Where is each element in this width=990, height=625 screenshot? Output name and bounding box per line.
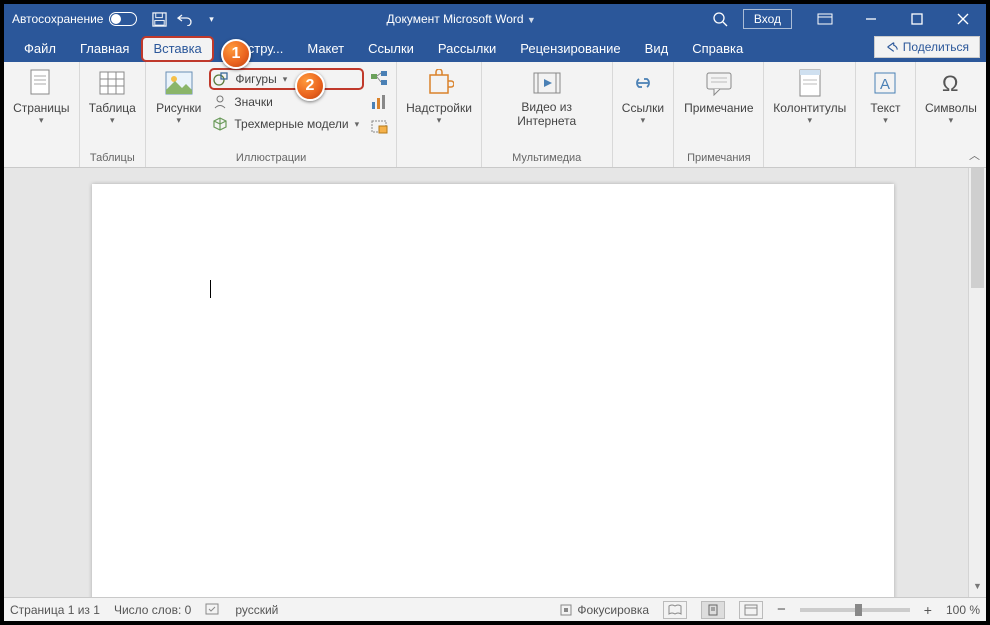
omega-icon: Ω — [936, 68, 966, 98]
titlebar: Автосохранение ▾ Документ Microsoft Word… — [4, 4, 986, 34]
document-area[interactable]: ▲ ▼ — [4, 168, 986, 597]
tab-mailings[interactable]: Рассылки — [426, 36, 508, 62]
tab-help[interactable]: Справка — [680, 36, 755, 62]
text-icon: A — [870, 68, 900, 98]
online-video-button[interactable]: Видео из Интернета — [486, 64, 608, 129]
focus-mode[interactable]: Фокусировка — [559, 603, 649, 617]
search-icon[interactable] — [697, 11, 743, 27]
vertical-scrollbar[interactable]: ▲ ▼ — [968, 168, 986, 597]
language-indicator[interactable]: русский — [235, 603, 278, 617]
comment-button[interactable]: Примечание — [678, 64, 759, 115]
page-indicator[interactable]: Страница 1 из 1 — [10, 603, 100, 617]
header-footer-button[interactable]: Колонтитулы▾ — [767, 64, 852, 126]
svg-text:A: A — [880, 76, 890, 93]
table-icon — [97, 68, 127, 98]
share-icon — [885, 40, 899, 54]
ribbon-tabs: Файл Главная Вставка Констру... Макет Сс… — [4, 34, 986, 62]
cube-icon — [212, 116, 228, 132]
qat-dropdown-icon[interactable]: ▾ — [201, 9, 221, 29]
text-cursor — [210, 280, 211, 298]
shapes-button[interactable]: Фигуры ▾ — [209, 68, 364, 90]
zoom-out-icon[interactable]: − — [777, 601, 786, 618]
shapes-icon — [213, 71, 229, 87]
tab-home[interactable]: Главная — [68, 36, 141, 62]
addins-icon — [424, 68, 454, 98]
group-tables-label: Таблицы — [84, 151, 142, 167]
login-button[interactable]: Вход — [743, 9, 792, 29]
header-icon — [795, 68, 825, 98]
links-button[interactable]: Ссылки▾ — [616, 64, 670, 126]
symbols-button[interactable]: Ω Символы▾ — [919, 64, 983, 126]
zoom-slider[interactable] — [800, 608, 910, 612]
close-icon[interactable] — [940, 4, 986, 34]
word-count[interactable]: Число слов: 0 — [114, 603, 191, 617]
tab-view[interactable]: Вид — [633, 36, 681, 62]
minimize-icon[interactable] — [848, 4, 894, 34]
status-bar: Страница 1 из 1 Число слов: 0 русский Фо… — [4, 597, 986, 621]
zoom-in-icon[interactable]: + — [924, 602, 932, 618]
tab-review[interactable]: Рецензирование — [508, 36, 632, 62]
svg-text:Ω: Ω — [942, 71, 958, 96]
autosave-toggle[interactable]: Автосохранение — [4, 12, 145, 26]
table-button[interactable]: Таблица▾ — [83, 64, 142, 126]
icons-button[interactable]: Значки — [209, 92, 364, 112]
ribbon-display-icon[interactable] — [802, 4, 848, 34]
scroll-thumb[interactable] — [971, 168, 984, 288]
chart-icon[interactable] — [370, 94, 388, 112]
maximize-icon[interactable] — [894, 4, 940, 34]
link-icon — [628, 68, 658, 98]
save-icon[interactable] — [149, 9, 169, 29]
comment-icon — [704, 68, 734, 98]
screenshot-icon[interactable] — [370, 118, 388, 136]
scroll-down-icon[interactable]: ▼ — [969, 581, 986, 597]
addins-button[interactable]: Надстройки▾ — [400, 64, 478, 126]
tab-references[interactable]: Ссылки — [356, 36, 426, 62]
group-comments-label: Примечания — [678, 151, 759, 167]
window-title: Документ Microsoft Word ▼ — [225, 12, 696, 26]
group-illustrations-label: Иллюстрации — [150, 151, 392, 167]
proofing-icon[interactable] — [205, 603, 221, 617]
undo-icon[interactable] — [175, 9, 195, 29]
pictures-button[interactable]: Рисунки▾ — [150, 64, 207, 126]
autosave-label: Автосохранение — [12, 12, 103, 26]
pictures-icon — [164, 68, 194, 98]
icons-icon — [212, 94, 228, 110]
collapse-ribbon-icon[interactable]: ︿ — [969, 147, 980, 163]
text-button[interactable]: A Текст▾ — [859, 64, 911, 126]
focus-icon — [559, 603, 573, 617]
pages-button[interactable]: Страницы▾ — [7, 64, 75, 126]
page[interactable] — [92, 184, 894, 597]
zoom-level[interactable]: 100 % — [946, 603, 980, 617]
toggle-icon — [109, 12, 137, 26]
tab-insert[interactable]: Вставка — [141, 36, 213, 62]
ribbon: Страницы▾ Таблица▾ Таблицы Рисунки▾ — [4, 62, 986, 168]
tab-file[interactable]: Файл — [12, 36, 68, 62]
annotation-marker-1: 1 — [221, 39, 251, 69]
share-button[interactable]: Поделиться — [874, 36, 980, 58]
print-layout-icon[interactable] — [701, 601, 725, 619]
group-media-label: Мультимедиа — [486, 151, 608, 167]
tab-layout[interactable]: Макет — [295, 36, 356, 62]
video-icon — [532, 68, 562, 98]
annotation-marker-2: 2 — [295, 71, 325, 101]
web-layout-icon[interactable] — [739, 601, 763, 619]
read-mode-icon[interactable] — [663, 601, 687, 619]
smartart-icon[interactable] — [370, 70, 388, 88]
pages-icon — [26, 68, 56, 98]
3d-models-button[interactable]: Трехмерные модели ▾ — [209, 114, 364, 134]
